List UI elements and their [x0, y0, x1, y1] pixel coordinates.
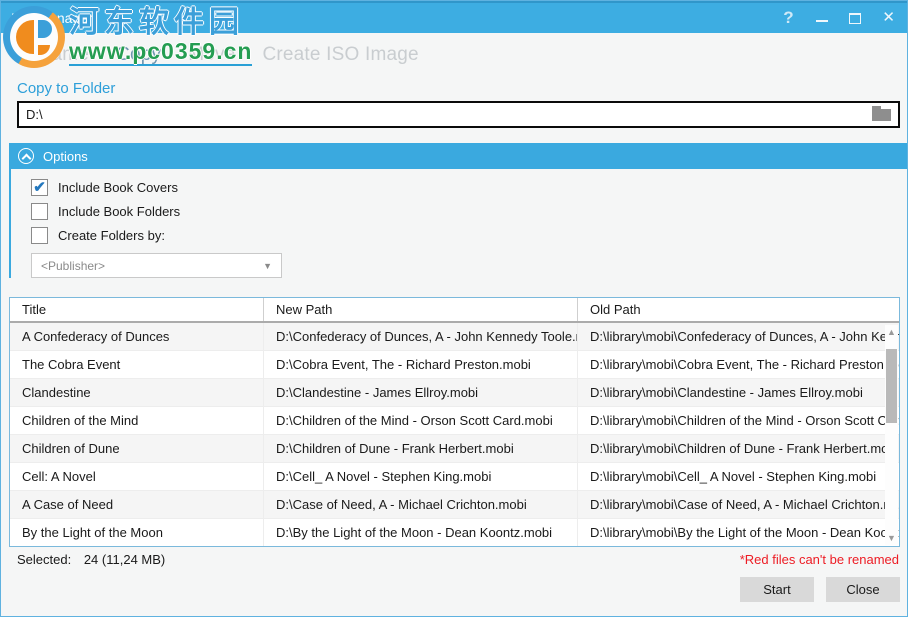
- cell-new-path: D:\Children of the Mind - Orson Scott Ca…: [264, 407, 578, 434]
- cell-old-path: D:\library\mobi\Cobra Event, The - Richa…: [578, 351, 899, 378]
- cell-title: Children of the Mind: [10, 407, 264, 434]
- folder-by-dropdown-value: <Publisher>: [41, 259, 105, 273]
- cell-old-path: D:\library\mobi\Cell_ A Novel - Stephen …: [578, 463, 899, 490]
- destination-path-value: D:\: [26, 107, 43, 122]
- table-row[interactable]: A Confederacy of Dunces D:\Confederacy o…: [10, 323, 899, 351]
- scrollbar-down-icon[interactable]: ▼: [885, 531, 898, 545]
- cell-new-path: D:\Case of Need, A - Michael Crichton.mo…: [264, 491, 578, 518]
- watermark-site-name: 河东软件园: [69, 8, 252, 38]
- folder-by-dropdown[interactable]: <Publisher> ▼: [31, 253, 282, 278]
- window-controls: ? ✕: [781, 8, 895, 28]
- cell-new-path: D:\Cell_ A Novel - Stephen King.mobi: [264, 463, 578, 490]
- selected-label: Selected:: [17, 552, 71, 567]
- options-header[interactable]: Options: [9, 143, 907, 169]
- maximize-icon[interactable]: [849, 13, 861, 24]
- browse-folder-icon[interactable]: [872, 109, 891, 121]
- file-manager-window: File Manager ? ✕ 河东软件园 www.pc0359.cn Ren…: [0, 0, 908, 617]
- cell-old-path: D:\library\mobi\Case of Need, A - Michae…: [578, 491, 899, 518]
- include-book-folders-row: Include Book Folders: [31, 202, 907, 220]
- cell-new-path: D:\Cobra Event, The - Richard Preston.mo…: [264, 351, 578, 378]
- cell-new-path: D:\Children of Dune - Frank Herbert.mobi: [264, 435, 578, 462]
- column-header-new-path[interactable]: New Path: [264, 298, 578, 321]
- cell-new-path: D:\Confederacy of Dunces, A - John Kenne…: [264, 323, 578, 350]
- action-buttons: Start Close: [740, 577, 900, 602]
- watermark-site-url: www.pc0359.cn: [69, 38, 252, 66]
- cell-old-path: D:\library\mobi\Clandestine - James Ellr…: [578, 379, 899, 406]
- table-row[interactable]: By the Light of the Moon D:\By the Light…: [10, 519, 899, 547]
- start-button[interactable]: Start: [740, 577, 814, 602]
- cell-title: Cell: A Novel: [10, 463, 264, 490]
- close-icon[interactable]: ✕: [882, 11, 895, 25]
- column-header-title[interactable]: Title: [10, 298, 264, 321]
- table-row[interactable]: Children of Dune D:\Children of Dune - F…: [10, 435, 899, 463]
- minimize-icon[interactable]: [816, 11, 828, 25]
- create-folders-by-label: Create Folders by:: [58, 228, 165, 243]
- selected-value: 24 (11,24 MB): [84, 552, 165, 567]
- selection-status: Selected: 24 (11,24 MB): [17, 552, 165, 567]
- cell-title: A Case of Need: [10, 491, 264, 518]
- cell-title: By the Light of the Moon: [10, 519, 264, 546]
- cell-title: The Cobra Event: [10, 351, 264, 378]
- cell-old-path: D:\library\mobi\By the Light of the Moon…: [578, 519, 899, 546]
- table-row[interactable]: Cell: A Novel D:\Cell_ A Novel - Stephen…: [10, 463, 899, 491]
- check-icon: ✔: [33, 180, 46, 195]
- red-files-warning: *Red files can't be renamed: [740, 552, 899, 567]
- include-book-folders-checkbox[interactable]: [31, 203, 48, 220]
- collapse-chevron-up-icon[interactable]: [18, 148, 34, 164]
- cell-title: A Confederacy of Dunces: [10, 323, 264, 350]
- table-row[interactable]: The Cobra Event D:\Cobra Event, The - Ri…: [10, 351, 899, 379]
- vertical-scrollbar[interactable]: ▲ ▼: [885, 325, 898, 545]
- include-book-folders-label: Include Book Folders: [58, 204, 180, 219]
- copy-to-folder-label: Copy to Folder: [17, 80, 907, 97]
- tab-create-iso-image[interactable]: Create ISO Image: [262, 44, 418, 75]
- watermark-logo-blue-shape: [38, 20, 52, 38]
- include-book-covers-row: ✔ Include Book Covers: [31, 178, 907, 196]
- help-icon[interactable]: ?: [781, 8, 795, 28]
- scrollbar-up-icon[interactable]: ▲: [885, 325, 898, 339]
- cell-title: Clandestine: [10, 379, 264, 406]
- watermark-logo-tail-shape: [38, 45, 50, 55]
- table-row[interactable]: A Case of Need D:\Case of Need, A - Mich…: [10, 491, 899, 519]
- options-header-label: Options: [43, 149, 88, 164]
- options-panel: ✔ Include Book Covers Include Book Folde…: [9, 169, 907, 278]
- close-button[interactable]: Close: [826, 577, 900, 602]
- chevron-down-icon: ▼: [263, 261, 272, 271]
- create-folders-by-checkbox[interactable]: [31, 227, 48, 244]
- cell-title: Children of Dune: [10, 435, 264, 462]
- include-book-covers-checkbox[interactable]: ✔: [31, 179, 48, 196]
- table-row[interactable]: Children of the Mind D:\Children of the …: [10, 407, 899, 435]
- cell-new-path: D:\By the Light of the Moon - Dean Koont…: [264, 519, 578, 546]
- cell-old-path: D:\library\mobi\Confederacy of Dunces, A…: [578, 323, 899, 350]
- site-watermark: 河东软件园 www.pc0359.cn: [3, 6, 252, 68]
- cell-new-path: D:\Clandestine - James Ellroy.mobi: [264, 379, 578, 406]
- cell-old-path: D:\library\mobi\Children of the Mind - O…: [578, 407, 899, 434]
- create-folders-by-row: Create Folders by:: [31, 226, 907, 244]
- table-header-row: Title New Path Old Path: [10, 298, 899, 323]
- scrollbar-thumb[interactable]: [886, 349, 897, 423]
- watermark-logo-icon: [3, 6, 65, 68]
- watermark-logo-orange-shape: [16, 20, 34, 54]
- include-book-covers-label: Include Book Covers: [58, 180, 178, 195]
- table-row[interactable]: Clandestine D:\Clandestine - James Ellro…: [10, 379, 899, 407]
- file-rename-table: Title New Path Old Path A Confederacy of…: [9, 297, 900, 547]
- watermark-text: 河东软件园 www.pc0359.cn: [69, 8, 252, 66]
- cell-old-path: D:\library\mobi\Children of Dune - Frank…: [578, 435, 899, 462]
- destination-path-input[interactable]: D:\: [17, 101, 900, 128]
- column-header-old-path[interactable]: Old Path: [578, 298, 899, 321]
